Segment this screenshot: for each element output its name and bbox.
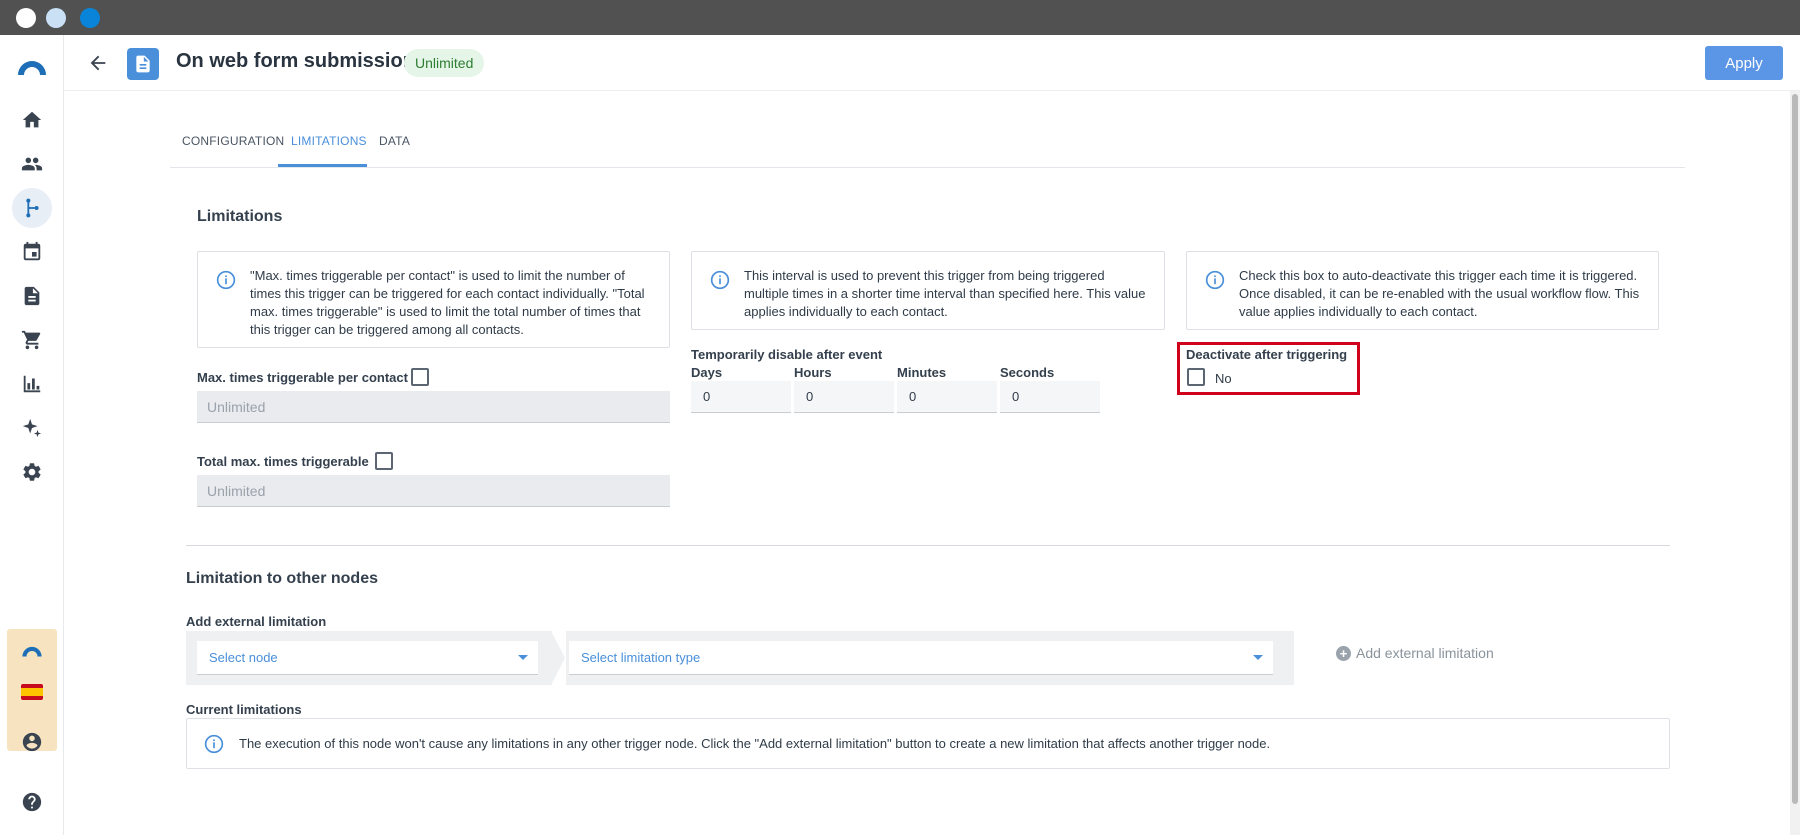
contacts-icon[interactable] (18, 150, 46, 178)
minutes-input[interactable]: 0 (897, 381, 997, 413)
temp-disable-label: Temporarily disable after event (691, 347, 883, 362)
close-window-button[interactable] (16, 8, 36, 28)
select-node-dropdown[interactable]: Select node (197, 641, 538, 675)
current-limitations-label: Current limitations (186, 702, 302, 717)
active-tab-indicator (278, 164, 367, 167)
add-external-limitation-button[interactable]: + Add external limitation (1336, 645, 1494, 661)
home-icon[interactable] (18, 106, 46, 134)
chevron-down-icon (518, 655, 528, 660)
document-icon[interactable] (18, 282, 46, 310)
form-document-icon (127, 48, 159, 80)
add-external-label: Add external limitation (186, 614, 327, 629)
days-label: Days (691, 365, 723, 380)
max-per-contact-label: Max. times triggerable per contact (197, 370, 408, 385)
brand-mini-logo-icon (22, 646, 42, 657)
max-per-contact-input: Unlimited (197, 391, 670, 423)
tab-limitations[interactable]: LIMITATIONS (291, 134, 367, 148)
window-titlebar (0, 0, 1800, 35)
minimize-window-button[interactable] (46, 8, 66, 28)
max-per-contact-checkbox[interactable] (411, 368, 429, 386)
spain-flag-icon[interactable] (21, 684, 43, 700)
limitations-title: Limitations (197, 208, 283, 225)
sparkle-icon[interactable] (18, 414, 46, 442)
info-text: "Max. times triggerable per contact" is … (250, 268, 645, 337)
hours-label: Hours (794, 365, 832, 380)
help-icon[interactable] (18, 788, 46, 816)
section-divider (186, 545, 1670, 546)
highlight-box (1177, 342, 1360, 395)
page-title: On web form submission (176, 50, 415, 72)
gear-icon[interactable] (18, 458, 46, 486)
other-nodes-title: Limitation to other nodes (186, 570, 378, 587)
info-box-max-times: "Max. times triggerable per contact" is … (197, 251, 670, 348)
select-node-placeholder: Select node (209, 650, 278, 665)
select-limitation-type-dropdown[interactable]: Select limitation type (569, 641, 1273, 675)
total-max-checkbox[interactable] (375, 452, 393, 470)
page-header: On web form submission Unlimited Apply (64, 35, 1800, 91)
seconds-input[interactable]: 0 (1000, 381, 1100, 413)
vertical-scrollbar[interactable] (1790, 91, 1800, 835)
tab-configuration[interactable]: CONFIGURATION (182, 134, 284, 148)
info-box-interval: This interval is used to prevent this tr… (691, 251, 1165, 330)
scrollbar-thumb[interactable] (1792, 94, 1798, 804)
plus-icon: + (1336, 645, 1351, 661)
cart-icon[interactable] (18, 326, 46, 354)
workflow-icon[interactable] (12, 188, 52, 228)
status-badge: Unlimited (404, 49, 485, 77)
tab-data[interactable]: DATA (379, 134, 410, 148)
info-text: The execution of this node won't cause a… (239, 736, 1271, 751)
select-type-placeholder: Select limitation type (581, 650, 701, 665)
info-icon (710, 270, 730, 290)
back-arrow-icon[interactable] (84, 49, 112, 77)
tab-bar: CONFIGURATION LIMITATIONS DATA (170, 126, 1685, 168)
days-input[interactable]: 0 (691, 381, 791, 413)
calendar-icon[interactable] (18, 238, 46, 266)
info-text: Check this box to auto-deactivate this t… (1239, 268, 1640, 319)
info-text: This interval is used to prevent this tr… (744, 268, 1146, 319)
total-max-input: Unlimited (197, 475, 670, 507)
info-icon (204, 734, 224, 754)
info-box-current-limitations: The execution of this node won't cause a… (186, 718, 1670, 769)
hours-input[interactable]: 0 (794, 381, 894, 413)
info-icon (1205, 270, 1225, 290)
row-arrow-separator (551, 631, 565, 685)
chart-icon[interactable] (18, 370, 46, 398)
info-icon (216, 270, 236, 290)
apply-button[interactable]: Apply (1705, 46, 1783, 80)
minutes-label: Minutes (897, 365, 947, 380)
add-external-limitation-label: Add external limitation (1356, 645, 1494, 661)
app-logo-icon[interactable] (16, 57, 48, 77)
account-icon[interactable] (18, 728, 46, 756)
total-max-label: Total max. times triggerable (197, 454, 369, 469)
chevron-down-icon (1253, 655, 1263, 660)
maximize-window-button[interactable] (80, 8, 100, 28)
seconds-label: Seconds (1000, 365, 1055, 380)
sidebar (0, 35, 64, 835)
info-box-deactivate: Check this box to auto-deactivate this t… (1186, 251, 1659, 330)
external-limitation-row: Select node Select limitation type (186, 631, 1294, 685)
